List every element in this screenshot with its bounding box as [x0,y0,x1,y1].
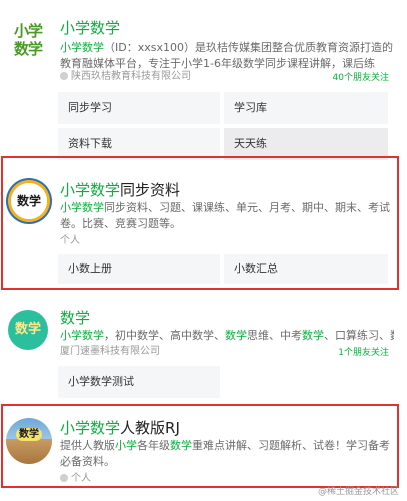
logo-text: 数学 [14,322,41,337]
verified-icon [60,72,68,80]
logo-text: 数学 [16,428,42,441]
account-owner-2: 个人 [60,235,80,246]
verified-icon [60,474,68,482]
menu-math-test[interactable]: 小学数学测试 [58,366,220,398]
account-logo-2[interactable]: 数学 [6,178,52,224]
account-card-3[interactable]: 数学 数学 小学数学，初中数学、高中数学、数学思维、中考数学、口算练习、数学..… [0,300,407,406]
account-logo-4[interactable]: 数学 [6,418,52,464]
account-card-1[interactable]: 小学 数学 小学数学 小学数学（ID：xxsx100）是玖桔传媒集团整合优质教育… [0,0,407,160]
watermark: @稀土掘金技术社区 [317,487,399,497]
account-card-4[interactable]: 数学 小学数学人教版RJ 提供人教版小学各年级数学重难点讲解、习题解析、试卷！学… [0,406,407,494]
account-card-2[interactable]: 数学 小学数学同步资料 小学数学同步资料、习题、课课练、单元、月考、期中、期末、… [0,156,407,290]
account-title-2[interactable]: 小学数学同步资料 [60,180,180,200]
account-description-2: 小学数学同步资料、习题、课课练、单元、月考、期中、期末、考试卷。比赛、竞赛习题等… [60,201,390,230]
account-owner-1: 陕西玖桔教育科技有限公司 [60,70,191,84]
account-title-4[interactable]: 小学数学人教版RJ [60,418,180,438]
menu-decimal-vol1[interactable]: 小数上册 [58,254,220,284]
account-title-3[interactable]: 数学 [60,308,90,328]
friends-count-3[interactable]: 1个朋友关注 [338,347,389,359]
account-logo-1[interactable]: 小学 数学 [8,22,48,62]
account-description-4: 提供人教版小学各年级数学重难点讲解、习题解析、试卷！学习备考必备资料。 [60,439,390,468]
friends-count-1[interactable]: 40个朋友关注 [333,72,389,84]
menu-study-library[interactable]: 学习库 [224,92,388,124]
account-title-1[interactable]: 小学数学 [60,18,120,38]
menu-sync-learning[interactable]: 同步学习 [58,92,220,124]
account-logo-3[interactable]: 数学 [8,310,48,350]
logo-text: 数学 [16,194,41,208]
account-description-1: 小学数学（ID：xxsx100）是玖桔传媒集团整合优质教育资源打造的教育融媒体平… [60,41,393,70]
menu-decimal-summary[interactable]: 小数汇总 [224,254,388,284]
logo-text: 小学 数学 [13,22,43,58]
account-description-3: 小学数学，初中数学、高中数学、数学思维、中考数学、口算练习、数学... [60,329,394,342]
account-owner-4: 个人 [60,472,91,486]
account-owner-3: 厦门速墨科技有限公司 [60,346,160,357]
